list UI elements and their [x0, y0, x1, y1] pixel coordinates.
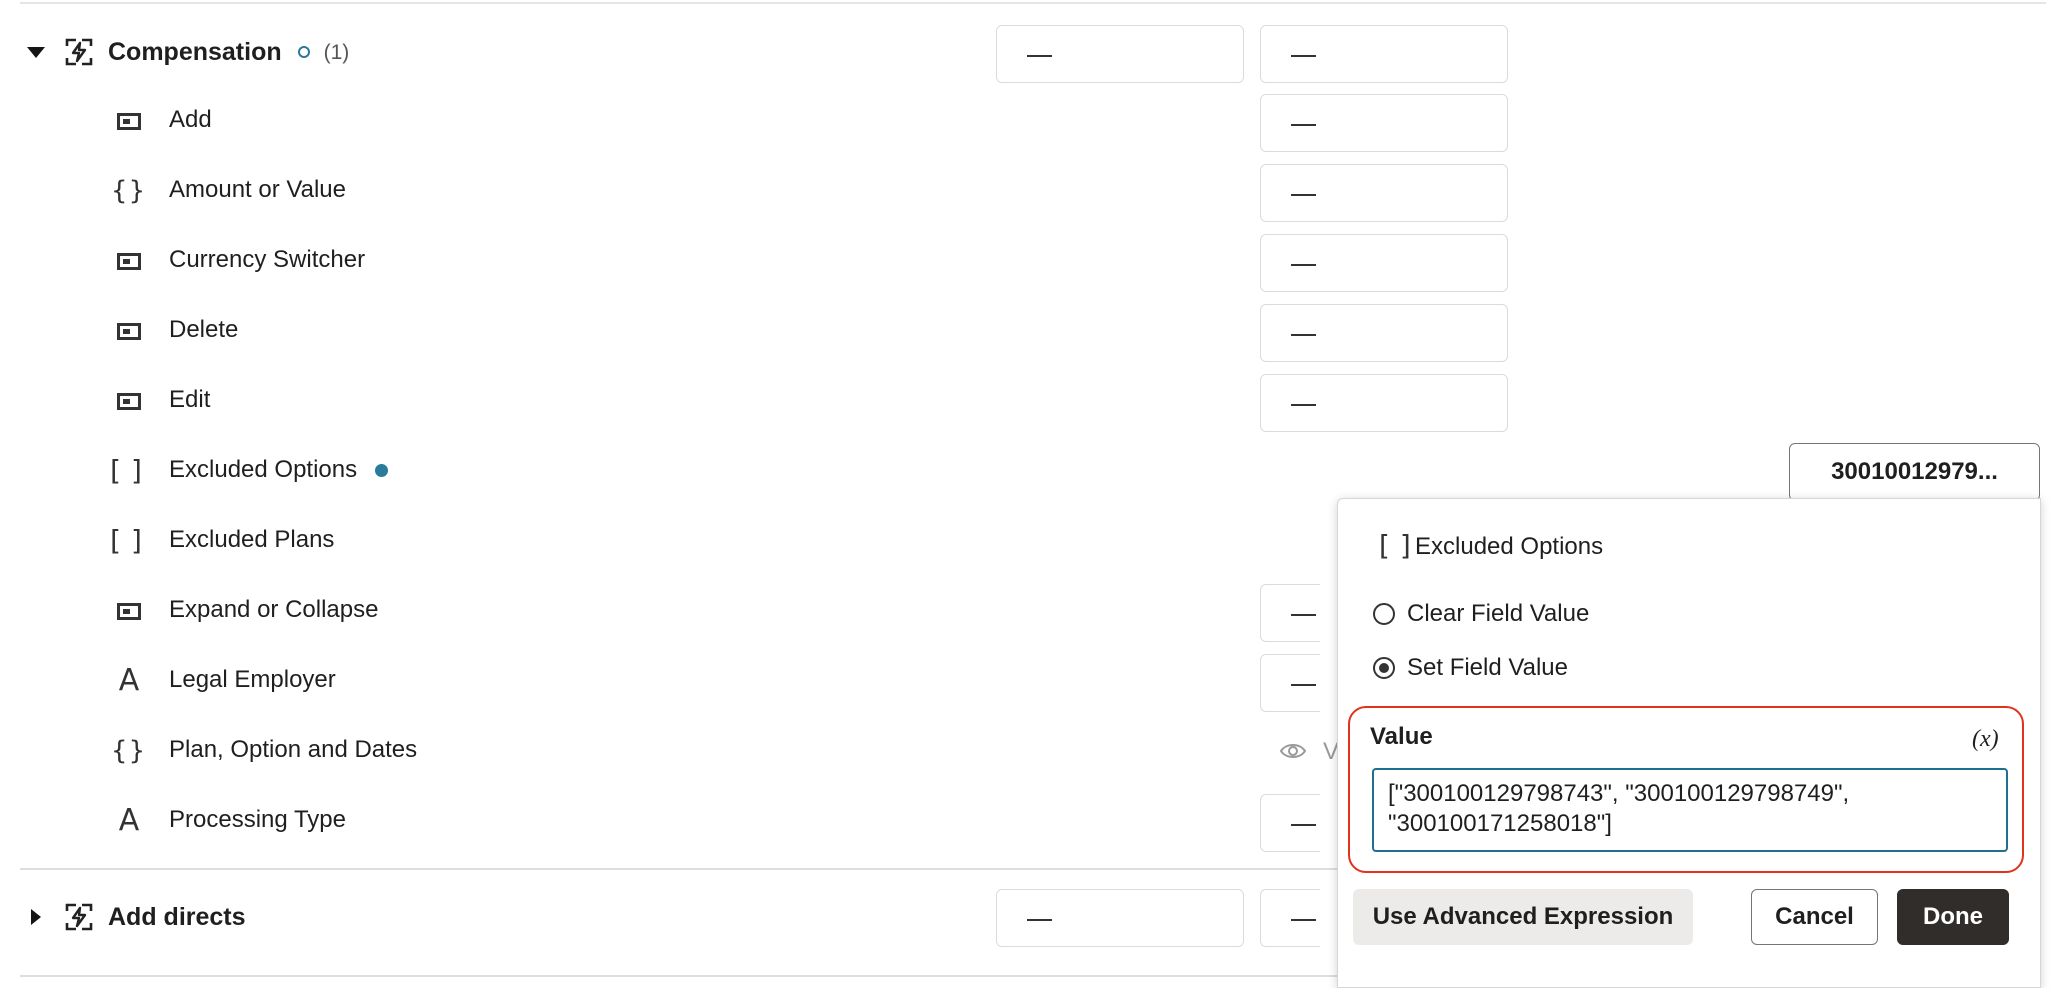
field-label: Add	[169, 106, 212, 133]
bottom-divider	[20, 975, 1340, 977]
empty-dash	[1291, 124, 1316, 126]
use-advanced-expression-button[interactable]: Use Advanced Expression	[1353, 889, 1693, 945]
value-cell[interactable]	[1260, 234, 1508, 292]
array-icon: []	[106, 524, 152, 557]
array-icon: []	[106, 454, 152, 487]
action-icon	[114, 596, 144, 626]
field-label: Edit	[169, 386, 211, 413]
set-field-radio[interactable]	[1373, 657, 1395, 679]
excluded-options-value-button[interactable]: 30010012979...	[1789, 443, 2040, 501]
empty-dash	[1291, 614, 1316, 616]
value-cell[interactable]	[1260, 94, 1508, 152]
group-icon	[65, 903, 93, 931]
field-row-currency-switcher[interactable]: Currency Switcher	[0, 230, 2066, 290]
empty-dash	[1291, 824, 1316, 826]
field-label: Processing Type	[169, 806, 346, 833]
action-icon	[114, 246, 144, 276]
group-label: Compensation	[108, 38, 282, 66]
text-icon: A	[118, 803, 140, 838]
group-count: (1)	[323, 41, 350, 64]
field-label: Expand or Collapse	[169, 596, 379, 623]
field-row-edit[interactable]: Edit	[0, 370, 2066, 430]
field-label: Excluded Options	[169, 456, 358, 483]
value-textarea[interactable]: ["300100129798743", "300100129798749", "…	[1372, 768, 2008, 852]
field-row-excluded-options[interactable]: [] Excluded Options	[0, 440, 2066, 500]
value-label: Value	[1370, 723, 1433, 750]
value-cell[interactable]	[1260, 25, 1508, 83]
field-label: Plan, Option and Dates	[169, 736, 418, 763]
eye-icon	[1279, 744, 1307, 758]
empty-dash	[1027, 55, 1052, 57]
status-ring-icon	[297, 46, 310, 58]
field-label: Legal Employer	[169, 666, 336, 693]
value-cell[interactable]	[996, 889, 1244, 947]
field-row-add[interactable]: Add	[0, 90, 2066, 150]
modified-dot-icon	[375, 464, 389, 477]
done-button[interactable]: Done	[1897, 889, 2009, 945]
action-icon	[114, 316, 144, 346]
field-row-amount-or-value[interactable]: {} Amount or Value	[0, 160, 2066, 220]
field-value-popup: [] Excluded Options Clear Field Value Se…	[1337, 498, 2041, 988]
field-label: Delete	[169, 316, 239, 343]
collapse-caret-icon[interactable]	[27, 47, 45, 58]
value-cell[interactable]	[996, 25, 1244, 83]
field-label: Excluded Plans	[169, 526, 335, 553]
field-label: Currency Switcher	[169, 246, 366, 273]
empty-dash	[1291, 334, 1316, 336]
value-cell[interactable]	[1260, 794, 1320, 852]
value-cell[interactable]	[1260, 889, 1320, 947]
clear-field-label[interactable]: Clear Field Value	[1407, 599, 1589, 629]
top-divider	[20, 2, 2046, 4]
object-icon: {}	[111, 176, 147, 206]
section-divider	[20, 868, 1340, 870]
empty-dash	[1291, 919, 1316, 921]
text-icon: A	[118, 663, 140, 698]
empty-dash	[1291, 404, 1316, 406]
empty-dash	[1027, 919, 1052, 921]
group-icon	[65, 38, 93, 66]
value-cell[interactable]	[1260, 584, 1320, 642]
value-cell[interactable]	[1260, 304, 1508, 362]
popup-title: Excluded Options	[1415, 533, 1604, 560]
field-row-delete[interactable]: Delete	[0, 300, 2066, 360]
array-icon: []	[1375, 529, 1421, 562]
set-field-label[interactable]: Set Field Value	[1407, 653, 1568, 683]
action-icon	[114, 386, 144, 416]
object-icon: {}	[111, 736, 147, 766]
value-cell[interactable]	[1260, 374, 1508, 432]
empty-dash	[1291, 194, 1316, 196]
empty-dash	[1291, 55, 1316, 57]
cancel-button[interactable]: Cancel	[1751, 889, 1878, 945]
empty-dash	[1291, 264, 1316, 266]
expression-toggle-button[interactable]: (x)	[1972, 724, 1999, 754]
field-label: Amount or Value	[169, 176, 346, 203]
value-cell[interactable]	[1260, 654, 1320, 712]
clear-field-radio[interactable]	[1373, 603, 1395, 625]
empty-dash	[1291, 684, 1316, 686]
expand-caret-icon[interactable]	[31, 909, 41, 925]
action-icon	[114, 106, 144, 136]
value-cell[interactable]	[1260, 164, 1508, 222]
group-label: Add directs	[108, 903, 246, 931]
